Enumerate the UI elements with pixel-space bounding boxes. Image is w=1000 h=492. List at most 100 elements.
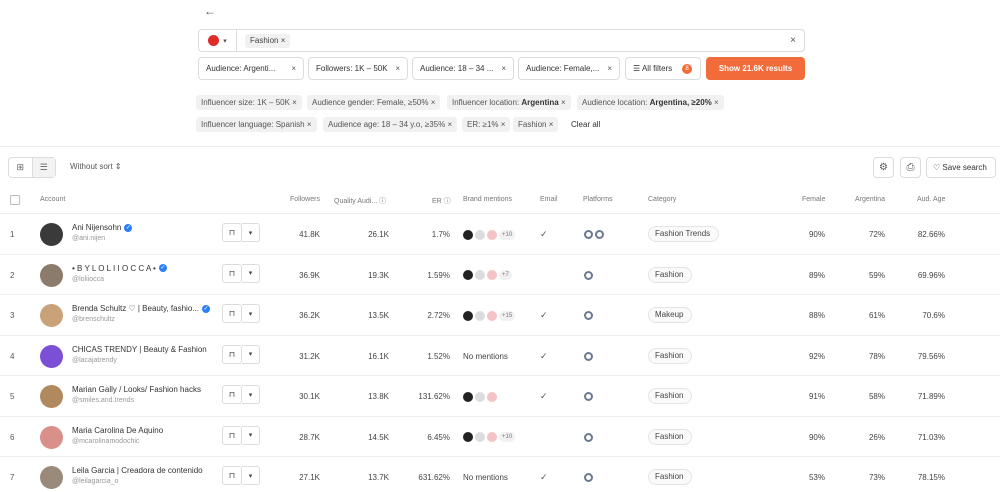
followers-value: 41.8K — [299, 230, 320, 239]
col-category[interactable]: Category — [648, 196, 676, 203]
chevron-down-icon: ▾ — [248, 391, 253, 399]
filter-audience-gender[interactable]: Audience: Female,... × — [518, 57, 620, 80]
brand-logo — [487, 310, 497, 321]
bookmark-button[interactable]: ⊓ — [222, 385, 242, 404]
bookmark-button[interactable]: ⊓ — [222, 304, 242, 323]
aud-age-value: 79.56% — [917, 351, 945, 361]
row-dropdown-button[interactable]: ▾ — [242, 425, 260, 445]
bookmark-button[interactable]: ⊓ — [222, 263, 242, 283]
applied-filter-chip[interactable]: Influencer language: Spanish × — [196, 117, 317, 132]
brand-logos[interactable]: +10 — [463, 229, 516, 240]
filter-audience-age[interactable]: Audience: 18 – 34 ... × — [412, 57, 514, 80]
col-account[interactable]: Account — [40, 196, 65, 203]
verified-icon: ✓ — [124, 223, 133, 232]
platform-icon — [584, 473, 593, 482]
col-quality[interactable]: Quality Audi... ⓘ — [334, 196, 386, 206]
filter-audience-location[interactable]: Audience: Argenti... × — [198, 57, 304, 80]
platforms-cell — [584, 417, 593, 458]
row-dropdown-button[interactable]: ▾ — [242, 223, 260, 242]
applied-filter-chip[interactable]: Influencer location: Argentina × — [447, 95, 571, 110]
select-all-checkbox[interactable] — [10, 195, 20, 205]
col-aud-age[interactable]: Aud. Age — [917, 196, 945, 203]
search-bar[interactable]: ▾ Fashion × × — [198, 29, 805, 52]
row-dropdown-button[interactable]: ▾ — [242, 466, 260, 485]
row-dropdown-button[interactable]: ▾ — [242, 385, 260, 404]
avatar[interactable] — [40, 223, 63, 246]
platforms-cell — [584, 295, 593, 336]
table-row[interactable]: 4 CHICAS TRENDY | Beauty & Fashion @lacaja… — [0, 334, 1000, 376]
account-name[interactable]: CHICAS TRENDY | Beauty & Fashion — [72, 345, 207, 354]
sort-dropdown[interactable]: Without sort ⇕ — [70, 162, 122, 171]
account-name[interactable]: Maria Carolina De Aquino — [72, 426, 163, 435]
applied-filter-chip[interactable]: Audience location: Argentina, ≥20% × — [577, 95, 724, 110]
row-dropdown-button[interactable]: ▾ — [242, 304, 260, 323]
view-toggle[interactable]: ⊞ ☰ — [8, 157, 56, 178]
avatar[interactable] — [40, 304, 63, 327]
followers-value: 31.2K — [299, 351, 320, 361]
table-row[interactable]: 2 • B Y L O L I I O C C A • ✓ @loliiocca ⊓ ▾ 3… — [0, 253, 1000, 295]
avatar[interactable] — [40, 263, 63, 287]
account-handle: @mcarolinamodochic — [72, 437, 140, 445]
row-dropdown-button[interactable]: ▾ — [242, 263, 260, 283]
close-icon[interactable]: × — [607, 58, 612, 79]
col-female[interactable]: Female — [802, 196, 825, 203]
back-arrow-icon[interactable]: ← — [204, 5, 218, 17]
account-name[interactable]: Ani Nijensohn ✓ — [72, 223, 133, 232]
bookmark-button[interactable]: ⊓ — [222, 466, 242, 485]
close-icon[interactable]: × — [395, 58, 400, 79]
col-email[interactable]: Email — [540, 196, 558, 203]
brand-logo — [475, 391, 485, 402]
table-row[interactable]: 5 Marian Gally / Looks/ Fashion hacks @smi… — [0, 375, 1000, 416]
settings-button[interactable]: ⚙ — [873, 157, 894, 178]
list-view-icon[interactable]: ☰ — [32, 158, 55, 177]
account-name[interactable]: Brenda Schultz ♡ | Beauty, fashio... ✓ — [72, 304, 210, 313]
bookmark-icon: ⊓ — [228, 430, 236, 440]
applied-filter-chip[interactable]: Audience gender: Female, ≥50% × — [307, 95, 441, 110]
all-filters-button[interactable]: ☰ All filters 8 — [625, 57, 701, 80]
table-row[interactable]: 6 Maria Carolina De Aquino @mcarolinamodoc… — [0, 415, 1000, 458]
brand-logos[interactable]: +15 — [463, 310, 516, 321]
avatar[interactable] — [40, 466, 63, 489]
chevron-down-icon: ▾ — [248, 229, 253, 237]
clear-search-icon[interactable]: × — [790, 34, 796, 47]
keyword-chip[interactable]: Fashion × — [245, 34, 291, 48]
avatar[interactable] — [40, 344, 63, 368]
applied-filter-chip[interactable]: ER: ≥1% × — [462, 117, 511, 132]
brand-logo — [475, 310, 485, 321]
brand-logos[interactable] — [463, 391, 497, 402]
col-platforms[interactable]: Platforms — [583, 196, 613, 203]
show-results-button[interactable]: Show 21.6K results — [706, 57, 805, 80]
close-icon[interactable]: × — [291, 58, 296, 79]
table-row[interactable]: 3 Brenda Schultz ♡ | Beauty, fashio... ✓ @b… — [0, 294, 1000, 335]
applied-filter-chip[interactable]: Influencer size: 1K – 50K × — [196, 95, 302, 110]
bookmark-button[interactable]: ⊓ — [222, 344, 242, 364]
export-button[interactable]: ⎙ — [900, 157, 921, 178]
table-row[interactable]: 1 Ani Nijensohn ✓ @ani.nijen ⊓ ▾ 41.8K 26.1K 1.7… — [0, 213, 1000, 254]
account-name[interactable]: • B Y L O L I I O C C A • ✓ — [72, 264, 167, 273]
applied-filter-chip[interactable]: Audience age: 18 – 34 y.o, ≥35% × — [323, 117, 458, 132]
followers-value: 28.7K — [299, 432, 320, 442]
table-row[interactable]: 7 Leila Garcia | Creadora de contenido @le… — [0, 456, 1000, 492]
brand-logos[interactable]: +10 — [463, 432, 516, 442]
applied-filter-chip[interactable]: Fashion × — [513, 117, 559, 132]
save-search-button[interactable]: ♡ Save search — [926, 157, 996, 178]
account-name[interactable]: Marian Gally / Looks/ Fashion hacks — [72, 385, 201, 394]
col-argentina[interactable]: Argentina — [855, 196, 885, 203]
category-badge: Fashion Trends — [648, 226, 720, 242]
clear-all-link[interactable]: Clear all — [571, 117, 600, 132]
col-brand-mentions[interactable]: Brand mentions — [463, 196, 512, 203]
brand-logo — [463, 229, 473, 240]
avatar[interactable] — [40, 385, 63, 408]
avatar[interactable] — [40, 425, 63, 449]
row-dropdown-button[interactable]: ▾ — [242, 344, 260, 364]
close-icon[interactable]: × — [501, 58, 506, 79]
account-name[interactable]: Leila Garcia | Creadora de contenido — [72, 466, 203, 475]
brand-logos[interactable]: +7 — [463, 270, 512, 280]
col-er[interactable]: ER ⓘ — [432, 196, 451, 206]
platform-selector[interactable]: ▾ — [199, 30, 237, 51]
bookmark-button[interactable]: ⊓ — [222, 425, 242, 445]
bookmark-button[interactable]: ⊓ — [222, 223, 242, 242]
filter-followers[interactable]: Followers: 1K – 50K × — [308, 57, 408, 80]
grid-view-icon[interactable]: ⊞ — [9, 158, 33, 177]
col-followers[interactable]: Followers — [290, 196, 320, 203]
